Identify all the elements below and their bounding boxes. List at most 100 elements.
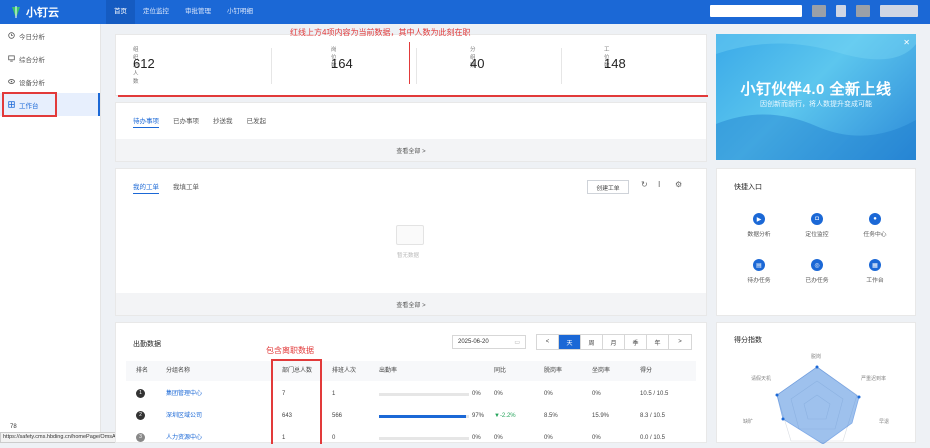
score-card: 得分指数 脱岗 严重迟到率 早退 缺旷 请假天机 bbox=[716, 322, 916, 444]
table-header bbox=[126, 361, 696, 381]
stat-value: 612 bbox=[133, 56, 155, 71]
group-name-link[interactable]: 深圳区域公司 bbox=[166, 406, 202, 426]
next-period-button[interactable]: > bbox=[669, 335, 691, 349]
attendance-rate: 97% bbox=[472, 413, 485, 419]
clock-icon bbox=[7, 32, 15, 40]
sidebar-item-overall[interactable]: 综合分析 bbox=[0, 47, 100, 70]
annotation-top-note: 红线上方4项内容为当前数据，其中人数为此刻在职 bbox=[290, 28, 471, 37]
on-post-rate: 15.9% bbox=[592, 413, 610, 419]
yoy-value: ▼-2.2% bbox=[494, 413, 516, 419]
rank-badge: 2 bbox=[136, 410, 145, 420]
workorder-tabs: 我的工单 我填工单 bbox=[133, 181, 199, 194]
stat-value: 148 bbox=[604, 56, 626, 71]
app-logo[interactable]: 小钉云 bbox=[10, 4, 59, 20]
tab-initiated[interactable]: 已发起 bbox=[247, 115, 267, 128]
tab-filled-workorders[interactable]: 我填工单 bbox=[173, 181, 199, 194]
period-month[interactable]: 月 bbox=[603, 335, 625, 349]
attendance-table: 排名 分组名称 部门总人数 排班人次 出勤率 同比 脱岗率 坐岗率 得分 1 集… bbox=[126, 361, 696, 442]
group-name-link[interactable]: 集团管理中心 bbox=[166, 384, 202, 404]
sidebar-item-label: 今日分析 bbox=[19, 33, 45, 41]
col-rank: 排名 bbox=[136, 368, 149, 374]
rank-badge: 3 bbox=[136, 432, 145, 442]
period-quarter[interactable]: 季 bbox=[625, 335, 647, 349]
monitor-icon bbox=[7, 55, 15, 63]
nav-item-location[interactable]: 定位监控 bbox=[135, 0, 177, 24]
yoy-value: 0% bbox=[494, 435, 503, 441]
col-off-post: 脱岗率 bbox=[544, 368, 563, 374]
quick-pending-tasks[interactable]: ▤ 待办任务 bbox=[739, 259, 779, 284]
grid-icon: ▦ bbox=[869, 259, 881, 271]
attendance-card: 出勤数据 2025-06-20 ▭ < 天 周 月 季 年 > 排名 分组名称 … bbox=[115, 322, 707, 444]
score-radar-chart bbox=[775, 365, 861, 444]
stats-card: 组织总人数 612 岗位数 164 分组数 40 工位数 148 bbox=[115, 34, 707, 96]
quick-entry-card: 快捷入口 ▶ 数据分析 ◘ 定位监控 ● 任务中心 ▤ 待办任务 ◎ 已办任务 ▦ 工作台 bbox=[716, 168, 916, 316]
sidebar-item-today[interactable]: 今日分析 bbox=[0, 24, 100, 47]
shift-count: 1 bbox=[332, 391, 336, 397]
annotation-highlight-box bbox=[2, 92, 57, 117]
user-name[interactable] bbox=[880, 5, 918, 17]
settings-icon[interactable]: ⚙ bbox=[675, 180, 682, 189]
refresh-icon[interactable]: ↻ bbox=[641, 180, 648, 189]
col-score: 得分 bbox=[640, 368, 653, 374]
quick-done-tasks[interactable]: ◎ 已办任务 bbox=[797, 259, 837, 284]
off-post-rate: 0% bbox=[544, 391, 553, 397]
column-height-icon[interactable]: Ⅰ bbox=[658, 180, 660, 189]
tab-todo[interactable]: 待办事项 bbox=[133, 115, 159, 128]
status-code: 78 bbox=[10, 424, 17, 430]
search-input[interactable] bbox=[710, 5, 802, 17]
divider bbox=[561, 48, 562, 84]
nav-item-home[interactable]: 首页 bbox=[106, 0, 135, 24]
attendance-title: 出勤数据 bbox=[133, 341, 161, 348]
radar-label: 请假天机 bbox=[751, 376, 772, 382]
tab-cc-me[interactable]: 抄送我 bbox=[213, 115, 233, 128]
attendance-progress-bar bbox=[379, 437, 469, 440]
todo-view-all-link[interactable]: 查看全部 > bbox=[116, 146, 706, 155]
date-value: 2025-06-20 bbox=[458, 339, 489, 345]
quick-workbench[interactable]: ▦ 工作台 bbox=[855, 259, 895, 284]
period-day[interactable]: 天 bbox=[559, 335, 581, 349]
shift-count: 566 bbox=[332, 413, 343, 419]
date-picker[interactable]: 2025-06-20 ▭ bbox=[452, 335, 526, 349]
attendance-rate: 0% bbox=[472, 435, 481, 441]
period-selector: < 天 周 月 季 年 > bbox=[536, 334, 692, 350]
period-week[interactable]: 周 bbox=[581, 335, 603, 349]
tab-done[interactable]: 已办事项 bbox=[173, 115, 199, 128]
sidebar: 今日分析 综合分析 设备分析 工作台 bbox=[0, 24, 101, 443]
prev-period-button[interactable]: < bbox=[537, 335, 559, 349]
workorder-card: 我的工单 我填工单 创建工单 ↻ Ⅰ ⚙ 暂无数据 查看全部 > bbox=[115, 168, 707, 316]
off-post-rate: 0% bbox=[544, 435, 553, 441]
quick-data-analysis[interactable]: ▶ 数据分析 bbox=[739, 213, 779, 238]
nav-item-details[interactable]: 小钉明细 bbox=[219, 0, 261, 24]
tab-my-workorders[interactable]: 我的工单 bbox=[133, 181, 159, 194]
stat-value: 40 bbox=[470, 56, 485, 71]
workorder-view-all-link[interactable]: 查看全部 > bbox=[116, 300, 706, 309]
rank-badge: 1 bbox=[136, 388, 145, 398]
notification-icon[interactable] bbox=[812, 5, 826, 17]
banner-subtitle: 因创新而前行，将人数提升变成可能 bbox=[760, 101, 872, 108]
empty-text: 暂无数据 bbox=[397, 253, 420, 259]
help-icon[interactable] bbox=[836, 5, 846, 17]
nav-item-approval[interactable]: 审批管理 bbox=[177, 0, 219, 24]
avatar[interactable] bbox=[856, 5, 870, 17]
score-value: 0.0 / 10.5 bbox=[640, 435, 666, 441]
quick-location-monitor[interactable]: ◘ 定位监控 bbox=[797, 213, 837, 238]
col-group-name: 分组名称 bbox=[166, 368, 191, 374]
close-icon[interactable]: ✕ bbox=[903, 38, 910, 47]
radar-label: 早退 bbox=[879, 419, 890, 425]
period-year[interactable]: 年 bbox=[647, 335, 669, 349]
device-icon bbox=[7, 78, 15, 86]
divider bbox=[271, 48, 272, 84]
progress-fill bbox=[379, 415, 467, 418]
col-yoy: 同比 bbox=[494, 368, 507, 374]
quick-task-center[interactable]: ● 任务中心 bbox=[855, 213, 895, 238]
banner-title: 小钉伙伴4.0 全新上线 bbox=[740, 81, 892, 98]
app-title: 小钉云 bbox=[26, 7, 59, 19]
group-name-link[interactable]: 人力资源中心 bbox=[166, 428, 202, 448]
promo-banner[interactable]: ✕ 小钉伙伴4.0 全新上线 因创新而前行，将人数提升变成可能 bbox=[716, 34, 916, 160]
quick-entry-title: 快捷入口 bbox=[734, 184, 762, 191]
yoy-value: 0% bbox=[494, 391, 503, 397]
top-bar: 小钉云 首页 定位监控 审批管理 小钉明细 bbox=[0, 0, 930, 24]
sidebar-item-device[interactable]: 设备分析 bbox=[0, 70, 100, 93]
stat-value: 164 bbox=[331, 56, 353, 71]
create-workorder-button[interactable]: 创建工单 bbox=[587, 180, 629, 194]
